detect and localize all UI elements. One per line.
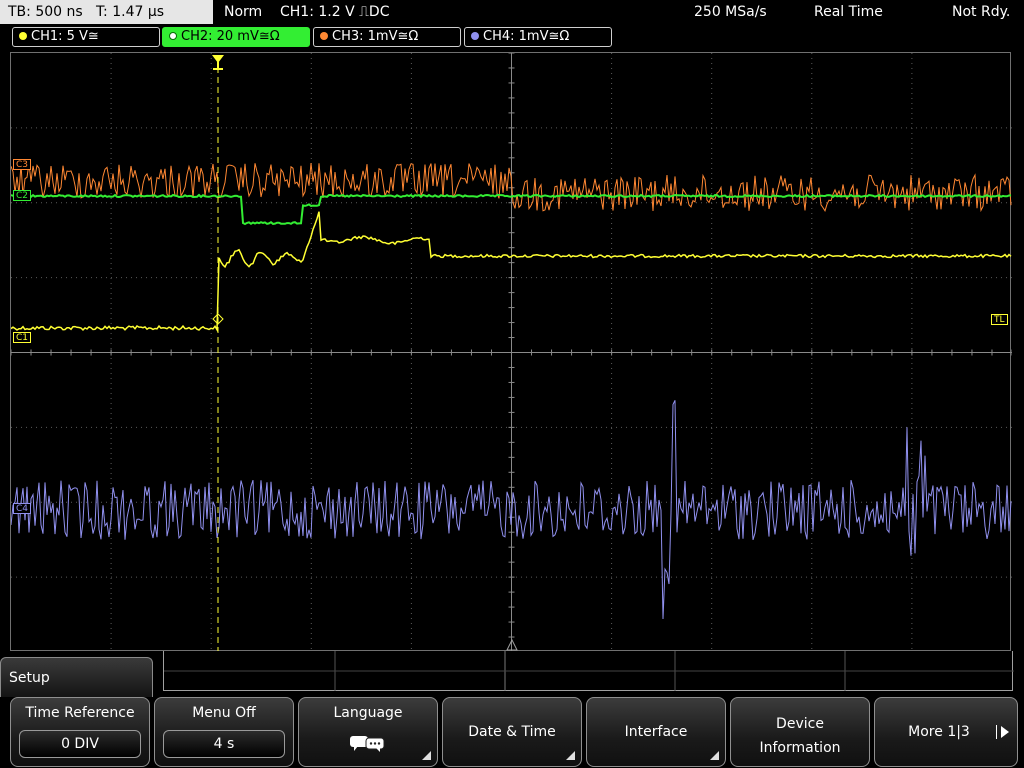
marker-label: C1 (16, 333, 29, 343)
status-bar: TB: 500 ns T: 1.47 µs Norm CH1: 1.2 V ⎍D… (0, 0, 1024, 24)
ch4-offset-marker[interactable]: C4 (13, 503, 32, 514)
menu-title: Setup (9, 670, 50, 686)
marker-label: C2 (16, 191, 29, 201)
waveform-display[interactable]: C3 C2 C1 C4 TL (10, 52, 1012, 652)
graticule-grid (11, 53, 1012, 652)
marker-label: C4 (16, 504, 29, 514)
submenu-corner-icon (710, 751, 719, 760)
interface-button[interactable]: Interface (586, 697, 726, 767)
channel-tab-ch2[interactable]: CH2: 20 mV≅Ω (162, 27, 310, 47)
zoom-overview-strip[interactable] (163, 651, 1014, 691)
channel-tab-label: CH3: 1mV≅Ω (332, 29, 419, 44)
softkey-label-line2: Information (759, 740, 841, 756)
channel-tab-ch3[interactable]: CH3: 1mV≅Ω (313, 27, 461, 47)
ch1-offset-marker[interactable]: C1 (13, 332, 32, 343)
trigger-level-marker[interactable]: TL (991, 314, 1008, 325)
softkey-label: Interface (624, 724, 688, 740)
ch4-color-dot-icon (471, 31, 479, 40)
overview-grid (164, 651, 1014, 691)
marker-label: C3 (16, 160, 29, 170)
channel-tab-ch1[interactable]: CH1: 5 V≅ (12, 27, 160, 47)
time-reference-button[interactable]: Time Reference 0 DIV (10, 697, 150, 767)
date-time-button[interactable]: Date & Time (442, 697, 582, 767)
marker-label: TL (994, 315, 1005, 325)
channel-tab-label: CH4: 1mV≅Ω (483, 29, 570, 44)
next-page-arrow-icon (1001, 726, 1009, 738)
ch2-color-dot-icon (169, 31, 177, 40)
softkey-label: Time Reference (25, 705, 135, 721)
acquisition-mode: Real Time (814, 4, 883, 20)
trigger-state: Not Rdy. (952, 4, 1011, 20)
softkey-label: Date & Time (468, 724, 556, 740)
menu-title-tab: Setup (0, 657, 153, 697)
speech-bubbles-icon (350, 736, 385, 752)
menu-off-value: 4 s (163, 730, 285, 758)
submenu-corner-icon (566, 751, 575, 760)
more-button[interactable]: More 1|3 (874, 697, 1018, 767)
channel-tab-label: CH1: 5 V≅ (31, 29, 99, 44)
menu-off-button[interactable]: Menu Off 4 s (154, 697, 294, 767)
waveform-graph (11, 53, 1012, 652)
language-button[interactable]: Language (298, 697, 438, 767)
timebase-display[interactable]: TB: 500 ns T: 1.47 µs (0, 0, 213, 24)
softkey-label: Menu Off (192, 705, 256, 721)
ch2-offset-marker[interactable]: C2 (13, 190, 32, 201)
ch3-offset-marker[interactable]: C3 (13, 159, 32, 170)
timebase-value: TB: 500 ns (8, 4, 83, 20)
softkey-label: Device Information (731, 712, 869, 760)
channel-tab-ch4[interactable]: CH4: 1mV≅Ω (464, 27, 612, 47)
trigger-mode[interactable]: Norm (224, 0, 262, 24)
channel-tab-label: CH2: 20 mV≅Ω (181, 29, 280, 44)
trigger-info[interactable]: CH1: 1.2 V ⎍DC (280, 0, 389, 24)
page-divider (996, 725, 997, 739)
device-information-button[interactable]: Device Information (730, 697, 870, 767)
ch3-color-dot-icon (320, 31, 328, 40)
time-reference-value: 0 DIV (19, 730, 141, 758)
submenu-corner-icon (422, 751, 431, 760)
trigger-position-icon (212, 55, 224, 70)
time-position-value: T: 1.47 µs (96, 4, 165, 20)
softkey-label-line1: Device (776, 716, 824, 732)
ch1-color-dot-icon (19, 31, 27, 40)
sample-rate: 250 MSa/s (694, 4, 767, 20)
softkey-label: Language (333, 705, 403, 721)
